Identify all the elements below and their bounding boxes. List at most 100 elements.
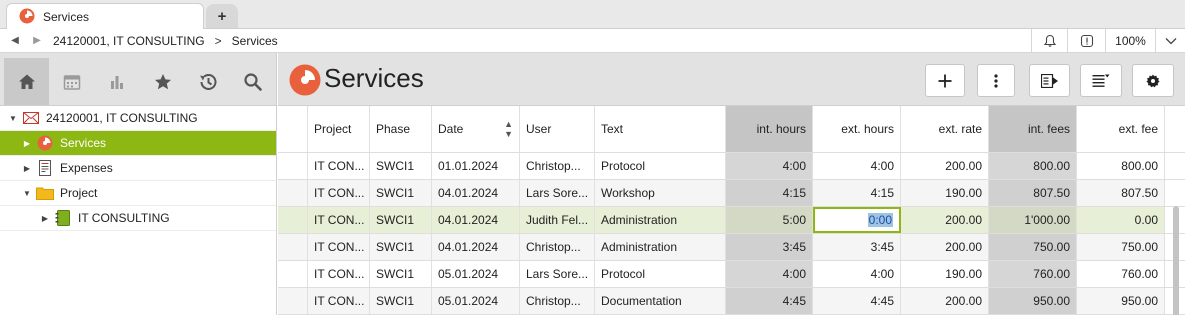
- cell-ext-hours[interactable]: 4:45: [813, 288, 901, 314]
- search-icon[interactable]: [231, 58, 276, 105]
- cell-phase[interactable]: SWCI1: [370, 234, 432, 260]
- cell-ext-fee[interactable]: 950.00: [1077, 288, 1165, 314]
- cell-phase[interactable]: SWCI1: [370, 180, 432, 206]
- cell-project[interactable]: IT CON...: [308, 288, 370, 314]
- history-icon[interactable]: [185, 58, 230, 105]
- cell-int-hours[interactable]: 4:45: [726, 288, 813, 314]
- cell-ext-fee[interactable]: 760.00: [1077, 261, 1165, 287]
- cell-date[interactable]: 04.01.2024: [432, 180, 520, 206]
- table-row[interactable]: IT CON... SWCI1 04.01.2024 Judith Fel... Adm…: [278, 207, 1185, 234]
- zoom-level[interactable]: 100%: [1105, 29, 1155, 52]
- cell-text[interactable]: Workshop: [595, 180, 726, 206]
- cell-project[interactable]: IT CON...: [308, 153, 370, 179]
- cell-int-fees[interactable]: 800.00: [989, 153, 1077, 179]
- cell-ext-hours[interactable]: 4:00: [813, 261, 901, 287]
- cell-project[interactable]: IT CON...: [308, 180, 370, 206]
- cell-date[interactable]: 04.01.2024: [432, 207, 520, 233]
- cell-ext-rate[interactable]: 200.00: [901, 153, 989, 179]
- cell-int-hours[interactable]: 5:00: [726, 207, 813, 233]
- cell-int-hours[interactable]: 4:15: [726, 180, 813, 206]
- column-header-ext-hours[interactable]: ext. hours: [813, 106, 901, 152]
- caret-down-icon[interactable]: ▼: [6, 114, 20, 123]
- row-selector[interactable]: [278, 153, 308, 179]
- table-row[interactable]: IT CON... SWCI1 05.01.2024 Christop... Docum…: [278, 288, 1185, 315]
- cell-date[interactable]: 05.01.2024: [432, 288, 520, 314]
- column-header-user[interactable]: User: [520, 106, 595, 152]
- more-button[interactable]: [977, 64, 1015, 97]
- alert-icon[interactable]: [1067, 29, 1105, 52]
- cell-project[interactable]: IT CON...: [308, 261, 370, 287]
- cell-int-fees[interactable]: 807.50: [989, 180, 1077, 206]
- export-button[interactable]: [1029, 64, 1070, 97]
- cell-date[interactable]: 01.01.2024: [432, 153, 520, 179]
- star-icon[interactable]: [140, 58, 185, 105]
- cell-ext-hours[interactable]: 4:15: [813, 180, 901, 206]
- breadcrumb-item[interactable]: 24120001, IT CONSULTING: [53, 34, 205, 48]
- cell-ext-hours[interactable]: 3:45: [813, 234, 901, 260]
- cell-ext-rate[interactable]: 200.00: [901, 207, 989, 233]
- cell-ext-fee[interactable]: 800.00: [1077, 153, 1165, 179]
- tree-item-project[interactable]: ▼ Project: [0, 181, 276, 206]
- caret-down-icon[interactable]: ▼: [20, 189, 34, 198]
- caret-right-icon[interactable]: ▶: [20, 139, 34, 148]
- cell-int-fees[interactable]: 1'000.00: [989, 207, 1077, 233]
- arrow-left-icon[interactable]: ◀: [4, 35, 26, 46]
- cell-text[interactable]: Administration: [595, 234, 726, 260]
- column-header-project[interactable]: Project: [308, 106, 370, 152]
- sort-icon[interactable]: ▲ ▼: [504, 119, 513, 139]
- cell-int-hours[interactable]: 3:45: [726, 234, 813, 260]
- column-header-int-fees[interactable]: int. fees: [989, 106, 1077, 152]
- cell-phase[interactable]: SWCI1: [370, 261, 432, 287]
- table-row[interactable]: IT CON... SWCI1 01.01.2024 Christop... Proto…: [278, 153, 1185, 180]
- tree-item-it-consulting[interactable]: ▶ IT CONSULTING: [0, 206, 276, 231]
- column-header-ext-rate[interactable]: ext. rate: [901, 106, 989, 152]
- caret-right-icon[interactable]: ▶: [38, 214, 52, 223]
- cell-ext-fee[interactable]: 0.00: [1077, 207, 1165, 233]
- cell-text[interactable]: Administration: [595, 207, 726, 233]
- cell-ext-hours[interactable]: 4:00: [813, 153, 901, 179]
- cell-int-fees[interactable]: 750.00: [989, 234, 1077, 260]
- cell-ext-hours-editor[interactable]: 0:00: [813, 207, 901, 233]
- cell-phase[interactable]: SWCI1: [370, 207, 432, 233]
- calendar-icon[interactable]: [49, 58, 94, 105]
- cell-int-hours[interactable]: 4:00: [726, 153, 813, 179]
- tree-item-case[interactable]: ▼ 24120001, IT CONSULTING: [0, 106, 276, 131]
- cell-ext-rate[interactable]: 200.00: [901, 288, 989, 314]
- arrow-right-icon[interactable]: ▶: [26, 35, 48, 46]
- row-selector[interactable]: [278, 234, 308, 260]
- cell-phase[interactable]: SWCI1: [370, 288, 432, 314]
- cell-user[interactable]: Lars Sore...: [520, 261, 595, 287]
- cell-text[interactable]: Documentation: [595, 288, 726, 314]
- cell-text[interactable]: Protocol: [595, 261, 726, 287]
- cell-user[interactable]: Judith Fel...: [520, 207, 595, 233]
- cell-int-fees[interactable]: 950.00: [989, 288, 1077, 314]
- bell-icon[interactable]: [1031, 29, 1067, 52]
- cell-phase[interactable]: SWCI1: [370, 153, 432, 179]
- cell-ext-rate[interactable]: 190.00: [901, 180, 989, 206]
- cell-user[interactable]: Lars Sore...: [520, 180, 595, 206]
- cell-date[interactable]: 04.01.2024: [432, 234, 520, 260]
- cell-date[interactable]: 05.01.2024: [432, 261, 520, 287]
- table-row[interactable]: IT CON... SWCI1 04.01.2024 Christop... Admin…: [278, 234, 1185, 261]
- tab-services[interactable]: Services: [6, 3, 204, 30]
- settings-button[interactable]: [1132, 64, 1174, 97]
- cell-int-fees[interactable]: 760.00: [989, 261, 1077, 287]
- column-header-phase[interactable]: Phase: [370, 106, 432, 152]
- cell-text[interactable]: Protocol: [595, 153, 726, 179]
- column-header-int-hours[interactable]: int. hours: [726, 106, 813, 152]
- table-row[interactable]: IT CON... SWCI1 04.01.2024 Lars Sore... Work…: [278, 180, 1185, 207]
- home-icon[interactable]: [4, 58, 50, 105]
- new-tab-button[interactable]: +: [206, 4, 238, 28]
- chart-icon[interactable]: [95, 58, 140, 105]
- row-selector[interactable]: [278, 207, 308, 233]
- breadcrumb-item[interactable]: Services: [232, 34, 278, 48]
- cell-project[interactable]: IT CON...: [308, 207, 370, 233]
- cell-ext-rate[interactable]: 200.00: [901, 234, 989, 260]
- cell-ext-rate[interactable]: 190.00: [901, 261, 989, 287]
- row-selector[interactable]: [278, 288, 308, 314]
- cell-ext-fee[interactable]: 750.00: [1077, 234, 1165, 260]
- row-selector[interactable]: [278, 261, 308, 287]
- column-header-date[interactable]: Date ▲ ▼: [432, 106, 520, 152]
- table-row[interactable]: IT CON... SWCI1 05.01.2024 Lars Sore... Prot…: [278, 261, 1185, 288]
- add-button[interactable]: [925, 64, 965, 97]
